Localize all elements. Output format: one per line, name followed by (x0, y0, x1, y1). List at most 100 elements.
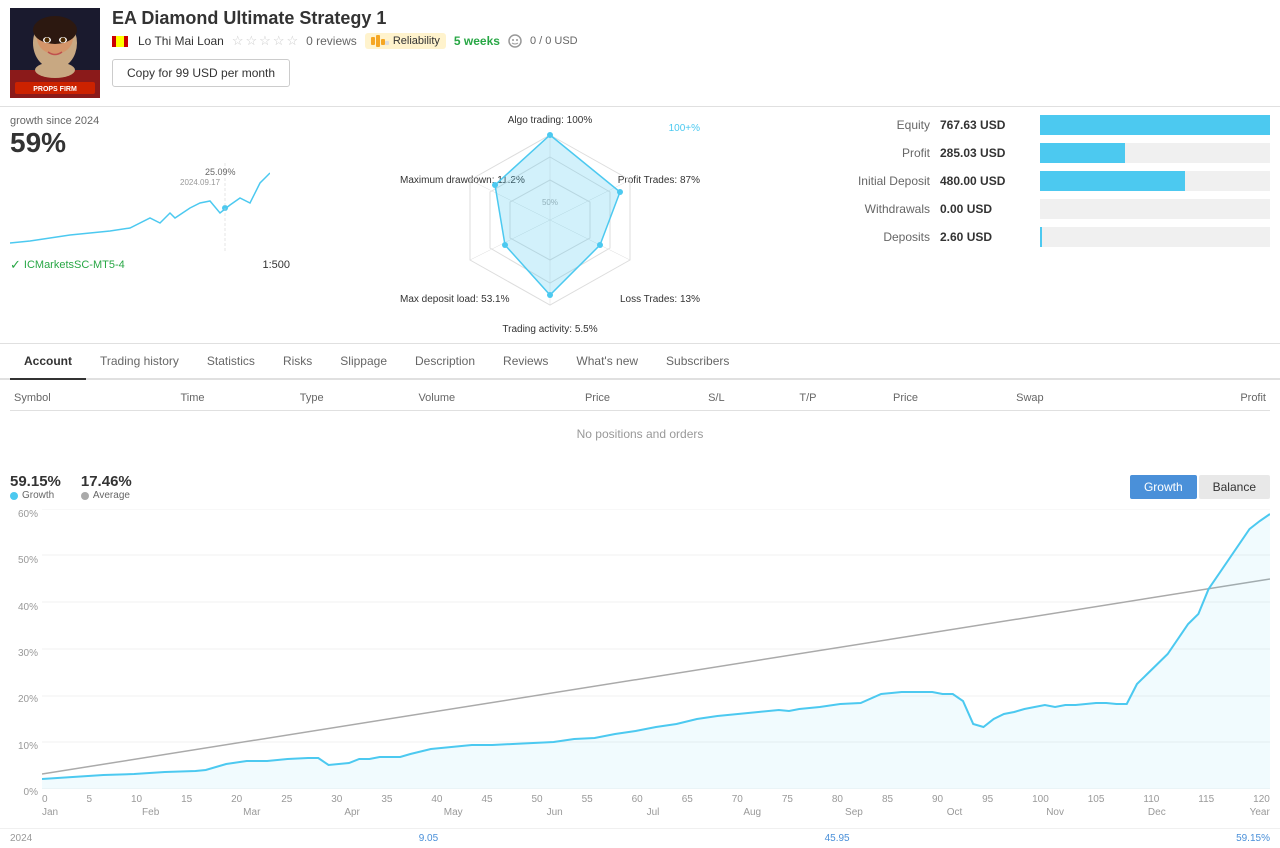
y-60: 60% (10, 509, 38, 520)
tab-account[interactable]: Account (10, 344, 86, 380)
avg-legend-label: Average (93, 490, 130, 501)
col-price: Price (581, 386, 704, 411)
table-row: No positions and orders (10, 411, 1270, 458)
y-axis: 60% 50% 40% 30% 20% 10% 0% (10, 509, 42, 818)
chart-section: 59.15% Growth 17.46% Average Growth Bala… (0, 463, 1280, 828)
year-label: 2024 (10, 833, 32, 844)
final-pct: 59.15% (1236, 833, 1270, 844)
author-name: Lo Thi Mai Loan (138, 34, 224, 48)
table-section: Symbol Time Type Volume Price S/L T/P Pr… (0, 380, 1280, 463)
deposits-value: 2.60 USD (940, 230, 1040, 244)
algo-trading-label: Algo trading: 100% (508, 115, 593, 126)
tab-reviews[interactable]: Reviews (489, 344, 562, 380)
date-label-1: 9.05 (419, 833, 438, 844)
chart-wrapper: 60% 50% 40% 30% 20% 10% 0% (10, 509, 1270, 818)
deposits-label: Deposits (810, 230, 940, 244)
withdrawals-row: Withdrawals 0.00 USD (810, 199, 1270, 219)
page-title: EA Diamond Ultimate Strategy 1 (112, 8, 1270, 29)
col-sl: S/L (704, 386, 795, 411)
usd-badge: 0 / 0 USD (530, 35, 578, 47)
x-axis-months: Jan Feb Mar Apr May Jun Jul Aug Sep Oct … (42, 807, 1270, 818)
profit-label: Profit (810, 146, 940, 160)
initial-deposit-bar-container (1040, 171, 1270, 191)
reliability-label: Reliability (393, 35, 440, 47)
mini-chart: 25.09% 2024.09.17 (10, 163, 270, 253)
chart-stats: 59.15% Growth 17.46% Average (10, 473, 132, 501)
tab-description[interactable]: Description (401, 344, 489, 380)
no-data-message: No positions and orders (10, 411, 1270, 458)
growth-percentage: 59% (10, 127, 290, 159)
col-profit: Profit (1144, 386, 1270, 411)
growth-legend-dot (10, 492, 18, 500)
initial-deposit-value: 480.00 USD (940, 174, 1040, 188)
profit-bar-container (1040, 143, 1270, 163)
avg-stat-legend: Average (81, 490, 132, 501)
withdrawals-bar-container (1040, 199, 1270, 219)
broker-name: ✓ ICMarketsSC-MT5-4 (10, 257, 125, 273)
stats-panel: Equity 767.63 USD Profit 285.03 USD Init… (810, 115, 1270, 335)
chart-header: 59.15% Growth 17.46% Average Growth Bala… (10, 473, 1270, 501)
broker-info: ✓ ICMarketsSC-MT5-4 1:500 (10, 257, 290, 273)
tab-slippage[interactable]: Slippage (326, 344, 401, 380)
y-30: 30% (10, 648, 38, 659)
y-50: 50% (10, 555, 38, 566)
avg-stat-value: 17.46% (81, 473, 132, 490)
robot-icon (508, 34, 522, 48)
profit-bar (1040, 143, 1125, 163)
growth-stat-legend: Growth (10, 490, 61, 501)
equity-label: Equity (810, 118, 940, 132)
initial-deposit-bar (1040, 171, 1185, 191)
withdrawals-label: Withdrawals (810, 202, 940, 216)
initial-deposit-row: Initial Deposit 480.00 USD (810, 171, 1270, 191)
col-swap: Swap (1012, 386, 1144, 411)
avatar: PROPS FIRM (10, 8, 100, 98)
deposits-bar (1040, 227, 1042, 247)
svg-text:2024.09.17: 2024.09.17 (180, 178, 221, 187)
growth-since-label: growth since 2024 (10, 115, 290, 127)
growth-toggle-button[interactable]: Growth (1130, 475, 1197, 499)
flag-icon (112, 36, 128, 47)
col-tp: T/P (795, 386, 889, 411)
col-symbol: Symbol (10, 386, 176, 411)
avg-stat: 17.46% Average (81, 473, 132, 501)
trading-activity-label: Trading activity: 5.5% (502, 324, 597, 335)
tab-bar: Account Trading history Statistics Risks… (0, 344, 1280, 380)
radar-panel: Algo trading: 100% 100+% Profit Trades: … (300, 115, 800, 335)
profit-value: 285.03 USD (940, 146, 1040, 160)
tab-trading-history[interactable]: Trading history (86, 344, 193, 380)
profit-row: Profit 285.03 USD (810, 143, 1270, 163)
col-volume: Volume (414, 386, 581, 411)
growth-stat-value: 59.15% (10, 473, 61, 490)
weeks-badge: 5 weeks (454, 34, 500, 48)
equity-bar-container (1040, 115, 1270, 135)
equity-row: Equity 767.63 USD (810, 115, 1270, 135)
star-rating: ☆ ☆ ☆ ☆ ☆ (232, 33, 298, 49)
stats-table: Equity 767.63 USD Profit 285.03 USD Init… (810, 115, 1270, 247)
initial-deposit-label: Initial Deposit (810, 174, 940, 188)
tab-statistics[interactable]: Statistics (193, 344, 269, 380)
table-header-row: Symbol Time Type Volume Price S/L T/P Pr… (10, 386, 1270, 411)
col-price2: Price (889, 386, 1012, 411)
equity-bar (1040, 115, 1270, 135)
algo-value: 100+% (669, 123, 700, 134)
col-type: Type (296, 386, 415, 411)
y-0: 0% (10, 787, 38, 798)
tab-whats-new[interactable]: What's new (562, 344, 652, 380)
main-area: growth since 2024 59% 25.09% 2024.09.17 … (0, 107, 1280, 344)
y-10: 10% (10, 741, 38, 752)
growth-panel: growth since 2024 59% 25.09% 2024.09.17 … (10, 115, 290, 335)
tab-subscribers[interactable]: Subscribers (652, 344, 743, 380)
col-time: Time (176, 386, 295, 411)
main-chart-svg (42, 509, 1270, 789)
y-40: 40% (10, 602, 38, 613)
avg-legend-dot (81, 492, 89, 500)
bottom-bar: 2024 9.05 45.95 59.15% (0, 828, 1280, 848)
copy-button[interactable]: Copy for 99 USD per month (112, 59, 290, 87)
balance-toggle-button[interactable]: Balance (1199, 475, 1270, 499)
tab-risks[interactable]: Risks (269, 344, 326, 380)
page-header: PROPS FIRM EA Diamond Ultimate Strategy … (0, 0, 1280, 107)
header-meta: Lo Thi Mai Loan ☆ ☆ ☆ ☆ ☆ 0 reviews Reli… (112, 33, 1270, 49)
leverage: 1:500 (262, 259, 290, 271)
chart-area: 0 5 10 15 20 25 30 35 40 45 50 55 60 65 … (42, 509, 1270, 818)
equity-value: 767.63 USD (940, 118, 1040, 132)
